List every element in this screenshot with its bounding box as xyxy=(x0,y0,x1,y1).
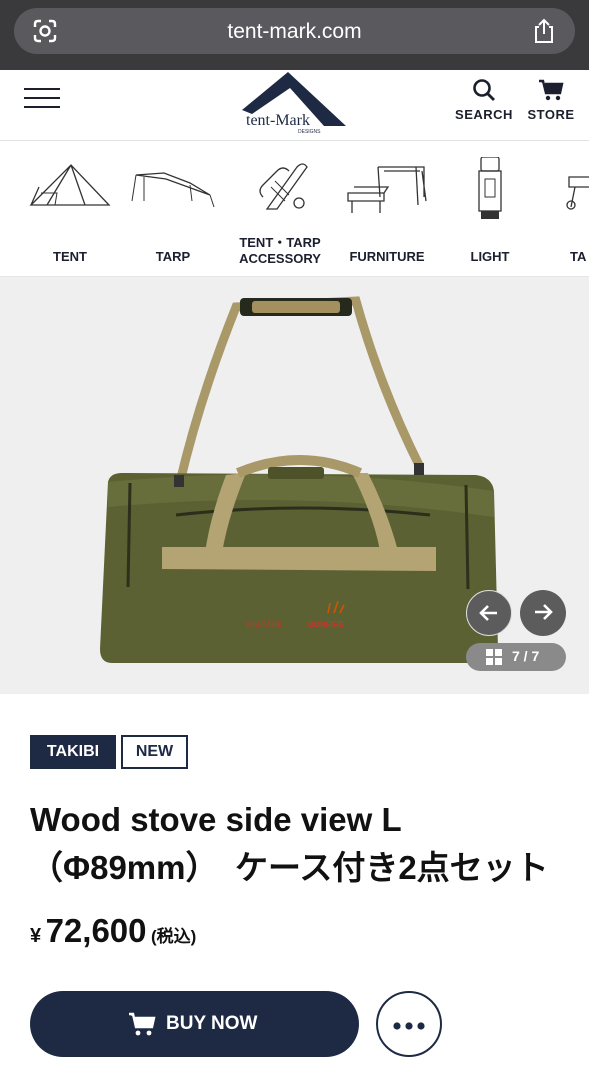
store-button[interactable]: STORE xyxy=(524,78,578,122)
search-label: SEARCH xyxy=(455,107,513,122)
next-image-button[interactable] xyxy=(520,590,566,636)
tag-new: NEW xyxy=(121,735,188,769)
product-image-carousel[interactable]: tent-Mark BONFIRE 7 / 7 xyxy=(0,277,589,694)
cart-icon xyxy=(129,1012,156,1036)
category-tarp[interactable]: TARP xyxy=(121,157,225,264)
search-icon xyxy=(473,79,495,101)
store-label: STORE xyxy=(527,107,575,122)
lantern-icon xyxy=(478,157,502,219)
svg-text:tent-Mark: tent-Mark xyxy=(246,619,282,629)
svg-text:BONFIRE: BONFIRE xyxy=(308,620,345,629)
product-title-line2: （Φ89mm） ケース付き2点セット xyxy=(30,849,549,886)
category-strip[interactable]: TENT TARP TENT・TARP ACCESSORY FURNITURE xyxy=(0,141,589,277)
category-label: TENT・TARP ACCESSORY xyxy=(239,235,321,266)
grid-icon xyxy=(486,649,502,665)
buy-now-label: BUY NOW xyxy=(166,1013,258,1034)
category-label: TA xyxy=(570,249,587,264)
hamburger-menu-icon[interactable] xyxy=(24,88,60,110)
image-counter-text: 7 / 7 xyxy=(512,648,540,664)
category-label: FURNITURE xyxy=(349,249,425,264)
category-label: TARP xyxy=(155,249,191,264)
previous-image-button[interactable] xyxy=(466,590,512,636)
peg-hammer-icon xyxy=(259,163,308,210)
tarp-icon xyxy=(131,172,215,208)
cart-icon xyxy=(539,79,564,101)
category-tent[interactable]: TENT xyxy=(18,157,122,264)
category-furniture[interactable]: FURNITURE xyxy=(335,157,439,264)
category-label: TENT xyxy=(53,249,87,264)
table-chair-icon xyxy=(347,166,427,213)
image-counter[interactable]: 7 / 7 xyxy=(466,643,566,671)
svg-text:DESIGNS: DESIGNS xyxy=(298,129,321,135)
more-options-button[interactable] xyxy=(376,991,442,1057)
table-icon xyxy=(566,176,589,210)
category-label: LIGHT xyxy=(470,249,510,264)
tent-mark-logo[interactable]: tent-Mark DESIGNS xyxy=(238,70,350,136)
site-header: tent-Mark DESIGNS SEARCH STORE xyxy=(0,70,589,141)
search-button[interactable]: SEARCH xyxy=(452,78,516,122)
buy-now-button[interactable]: BUY NOW xyxy=(30,991,359,1057)
svg-text:tent-Mark: tent-Mark xyxy=(246,112,310,129)
product-title: Wood stove side view L （Φ89mm） ケース付き2点セッ… xyxy=(30,796,570,892)
arrow-right-icon xyxy=(535,604,553,620)
arrow-left-icon xyxy=(479,605,497,621)
url-text[interactable]: tent-mark.com xyxy=(14,20,575,44)
tag-takibi[interactable]: TAKIBI xyxy=(30,735,116,769)
more-dots-icon xyxy=(393,1022,425,1030)
category-light[interactable]: LIGHT xyxy=(438,157,542,264)
url-bar[interactable]: tent-mark.com xyxy=(14,8,575,54)
browser-toolbar: tent-mark.com xyxy=(0,0,589,70)
category-accessory[interactable]: TENT・TARP ACCESSORY xyxy=(228,157,332,266)
product-price: ¥ 72,600 (税込) xyxy=(30,912,196,950)
price-tax-note: (税込) xyxy=(150,927,197,946)
share-icon[interactable] xyxy=(531,17,557,45)
category-table-partial[interactable]: TA xyxy=(540,157,589,264)
product-title-line1: Wood stove side view L xyxy=(30,801,402,838)
tent-icon xyxy=(29,164,111,206)
price-amount: 72,600 xyxy=(45,912,147,949)
price-currency: ¥ xyxy=(30,925,42,947)
